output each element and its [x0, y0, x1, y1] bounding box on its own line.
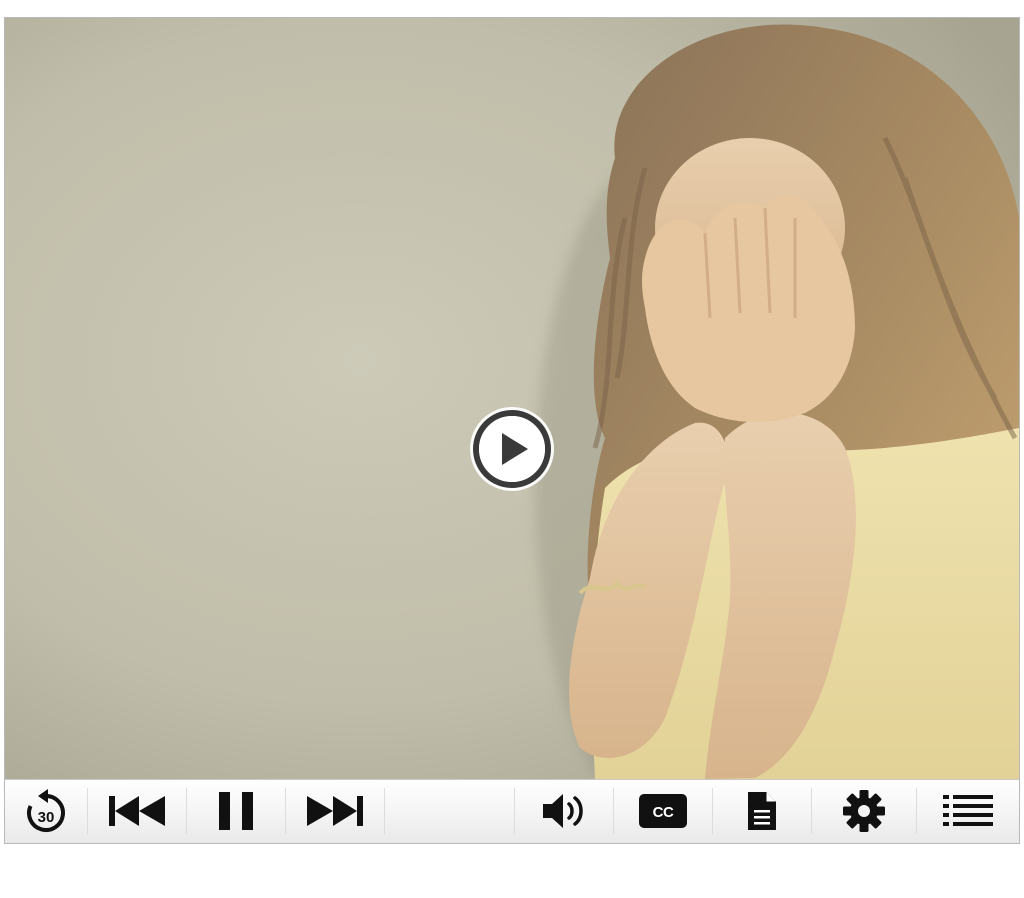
- document-icon: [748, 792, 776, 830]
- gear-icon: [843, 790, 885, 832]
- volume-icon: [543, 794, 583, 828]
- replay-30-button[interactable]: 30: [5, 780, 87, 842]
- next-button[interactable]: [286, 780, 384, 842]
- previous-button[interactable]: [88, 780, 186, 842]
- skip-back-icon: [109, 796, 165, 826]
- captions-button[interactable]: CC: [614, 780, 712, 842]
- transcript-button[interactable]: [713, 780, 811, 842]
- video-area[interactable]: [5, 18, 1019, 779]
- menu-button[interactable]: [917, 780, 1019, 842]
- divider: [384, 788, 385, 834]
- svg-text:30: 30: [38, 809, 55, 826]
- skip-forward-icon: [307, 796, 363, 826]
- svg-text:CC: CC: [653, 804, 674, 821]
- replay-30-icon: 30: [27, 789, 65, 832]
- list-icon: [943, 795, 993, 826]
- volume-button[interactable]: [515, 780, 613, 842]
- video-frame: [5, 18, 1019, 779]
- closed-captions-icon: CC: [639, 794, 687, 828]
- center-play-button[interactable]: [468, 405, 556, 493]
- control-bar: 30 CC: [5, 779, 1019, 843]
- play-icon: [470, 407, 554, 491]
- settings-button[interactable]: [812, 780, 916, 842]
- pause-button[interactable]: [187, 780, 285, 842]
- media-player: 30 CC: [4, 17, 1020, 844]
- pause-icon: [219, 792, 253, 830]
